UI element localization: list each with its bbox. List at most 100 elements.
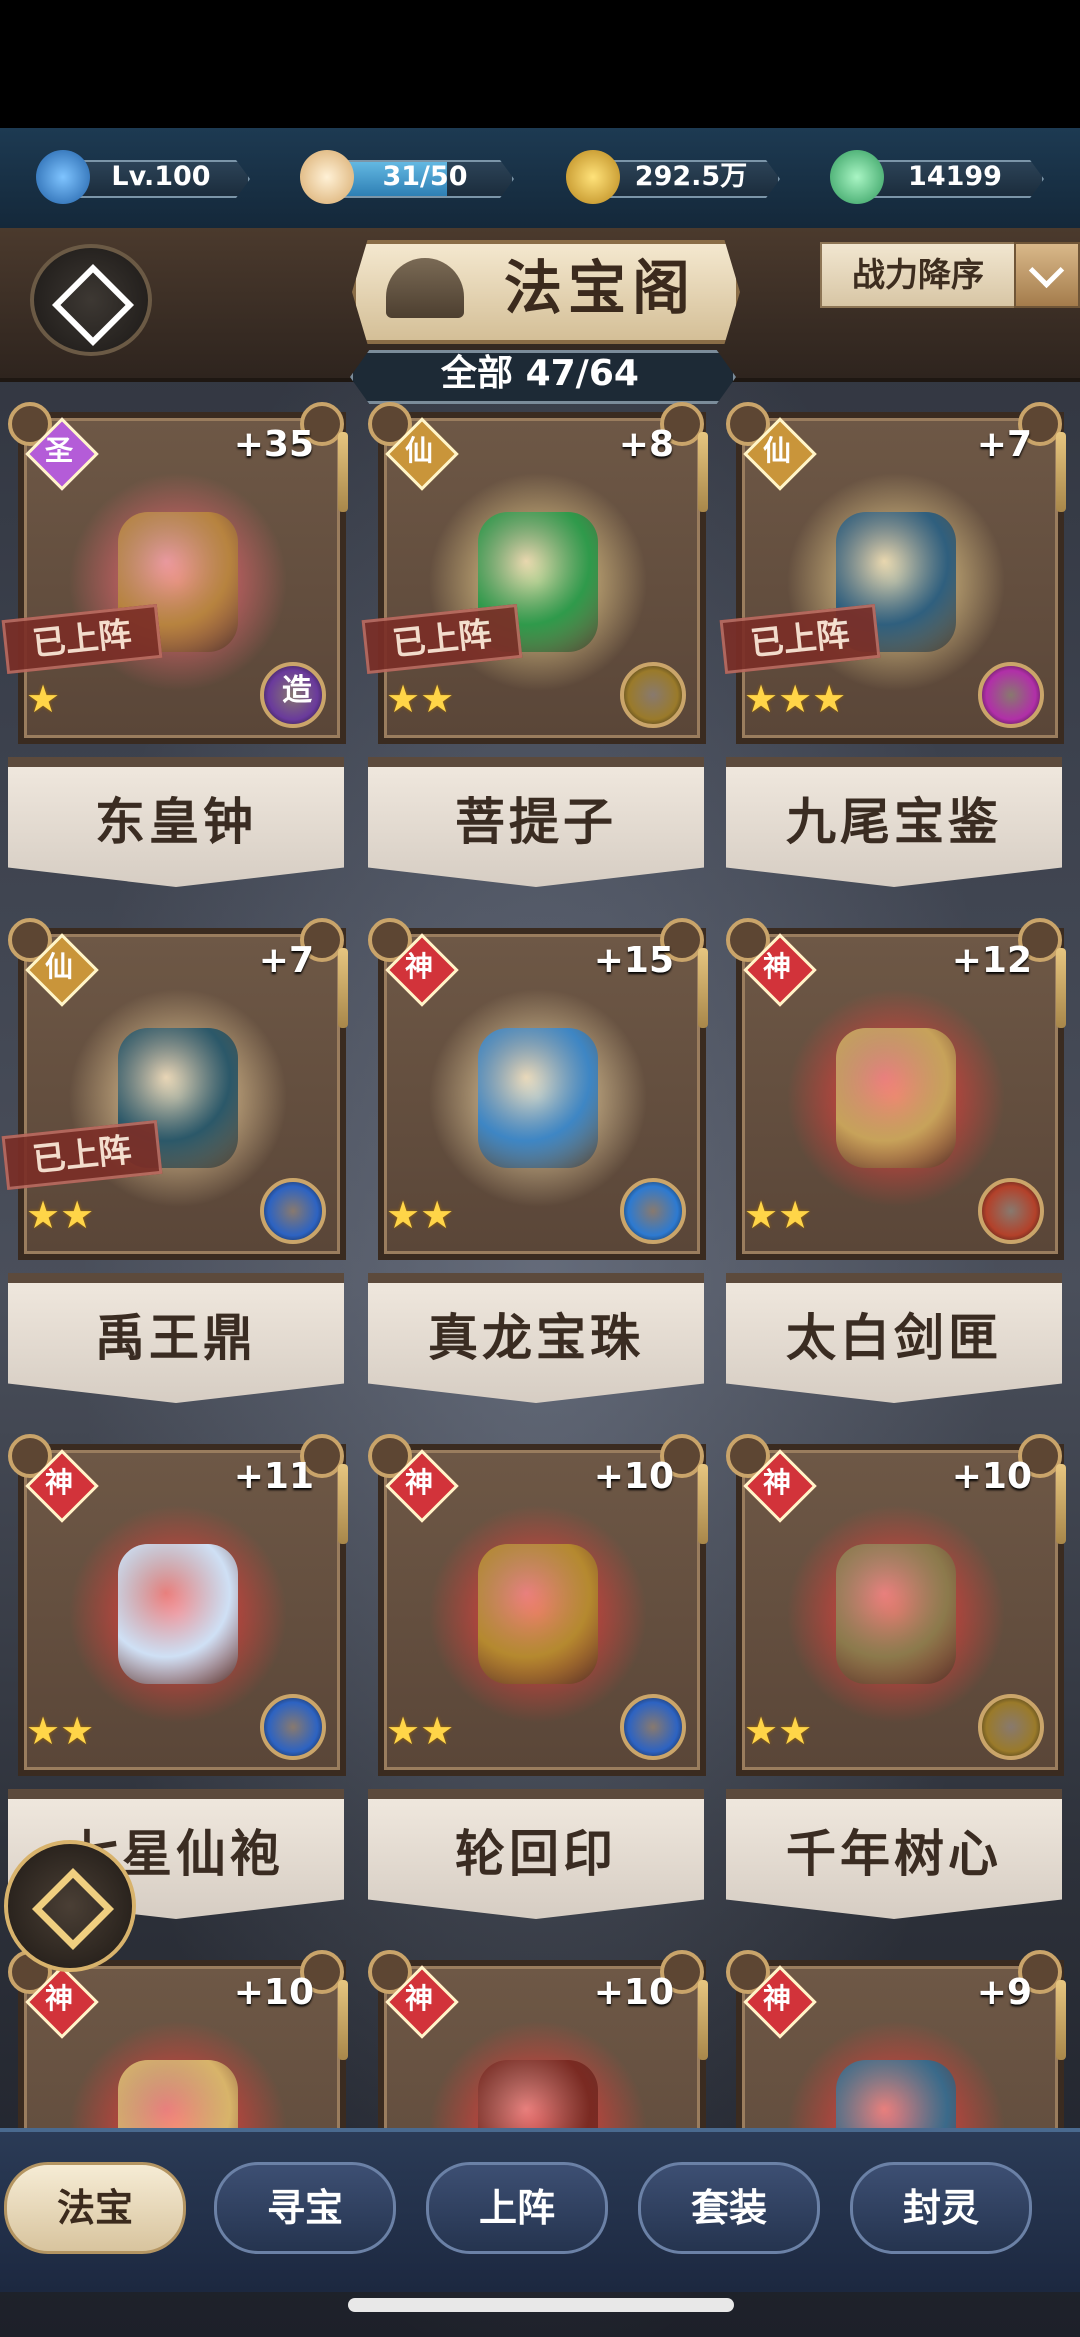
treasure-name: 真龙宝珠: [428, 1309, 644, 1367]
skill-icon[interactable]: [978, 1178, 1044, 1244]
tassel-icon: [698, 1980, 708, 2060]
star-rating: ★★: [386, 680, 454, 718]
star-rating: ★: [26, 680, 60, 718]
treasure-name: 禹王鼎: [95, 1309, 257, 1367]
tassel-icon: [698, 948, 708, 1028]
floating-menu-button[interactable]: [4, 1840, 136, 1972]
sort-toggle-button[interactable]: [1014, 242, 1080, 308]
treasure-name: 太白剑匣: [786, 1309, 1002, 1367]
tassel-icon: [338, 1980, 348, 2060]
status-bar: [0, 0, 1080, 128]
stars-icon: ★★: [386, 1709, 455, 1753]
treasure-card[interactable]: 圣 +35 已上阵 ★ 造东皇钟: [1, 402, 348, 892]
treasure-count: 全部 47/64: [441, 353, 639, 394]
skill-icon[interactable]: [260, 1178, 326, 1244]
star-rating: ★★: [386, 1196, 454, 1234]
stars-icon: ★★: [26, 1709, 95, 1753]
enhance-level: +15: [593, 940, 674, 981]
treasure-name: 九尾宝鉴: [786, 793, 1002, 851]
tassel-icon: [338, 948, 348, 1028]
star-rating: ★★: [744, 1196, 812, 1234]
home-indicator: [348, 2298, 734, 2312]
treasure-card[interactable]: 神 +12 ★★ 太白剑匣: [726, 918, 1066, 1408]
stars-icon: ★★: [26, 1193, 95, 1237]
rank-label: 仙: [44, 950, 73, 983]
star-rating: ★★: [386, 1712, 454, 1750]
chevron-down-icon: [1028, 252, 1065, 289]
sort-dropdown[interactable]: 战力降序: [820, 242, 1016, 308]
resource-level[interactable]: Lv.100: [36, 150, 250, 204]
treasure-name: 千年树心: [786, 1825, 1002, 1883]
treasure-name: 菩提子: [455, 793, 617, 851]
star-rating: ★★★: [744, 680, 846, 718]
treasure-name: 轮回印: [455, 1825, 617, 1883]
tab-3[interactable]: 上阵: [426, 2162, 608, 2254]
tab-1[interactable]: 法宝: [4, 2162, 186, 2254]
skill-icon[interactable]: [260, 1694, 326, 1760]
tab-4[interactable]: 套装: [638, 2162, 820, 2254]
star-rating: ★★: [26, 1196, 94, 1234]
enhance-level: +8: [618, 424, 674, 465]
rank-label: 神: [404, 1466, 433, 1499]
stamina-value: 31/50: [382, 161, 468, 192]
tassel-icon: [338, 432, 348, 512]
star-rating: ★★: [26, 1712, 94, 1750]
enhance-level: +10: [593, 1456, 674, 1497]
enhance-level: +35: [233, 424, 314, 465]
rank-label: 仙: [762, 434, 791, 467]
treasure-card[interactable]: 仙 +7 已上阵 ★★ 禹王鼎: [1, 918, 348, 1408]
diamond-icon: [31, 1867, 115, 1951]
enhance-level: +10: [233, 1972, 314, 2013]
page-title: 法宝阁: [503, 254, 696, 322]
rank-label: 神: [762, 1982, 791, 2015]
treasure-card[interactable]: 神 +10 ★★ 千年树心: [726, 1434, 1066, 1924]
rank-label: 神: [404, 950, 433, 983]
tassel-icon: [1056, 1980, 1066, 2060]
rank-label: 仙: [404, 434, 433, 467]
resource-bar: Lv.100 31/50 292.5万 14199: [0, 128, 1080, 228]
skill-label: 造: [282, 673, 312, 708]
enhance-level: +10: [951, 1456, 1032, 1497]
treasure-icon: [836, 1544, 956, 1684]
tassel-icon: [1056, 948, 1066, 1028]
jade-value: 14199: [908, 161, 1002, 192]
rank-label: 神: [762, 1466, 791, 1499]
enhance-level: +9: [976, 1972, 1032, 2013]
tab-5[interactable]: 封灵: [850, 2162, 1032, 2254]
back-button[interactable]: [30, 244, 152, 356]
resource-stamina[interactable]: 31/50: [300, 150, 514, 204]
level-value: Lv.100: [111, 161, 211, 192]
treasure-card[interactable]: 神 +15 ★★ 真龙宝珠: [368, 918, 708, 1408]
resource-jade[interactable]: 14199: [830, 150, 1044, 204]
stars-icon: ★★: [386, 677, 455, 721]
enhance-level: +12: [951, 940, 1032, 981]
rank-label: 神: [44, 1466, 73, 1499]
rank-label: 神: [404, 1982, 433, 2015]
tassel-icon: [338, 1464, 348, 1544]
skill-icon[interactable]: [978, 662, 1044, 728]
tassel-icon: [698, 1464, 708, 1544]
skill-icon[interactable]: [620, 1694, 686, 1760]
back-diamond-icon: [51, 263, 135, 347]
treasure-name: 东皇钟: [95, 793, 257, 851]
enhance-level: +11: [233, 1456, 314, 1497]
treasure-card[interactable]: 仙 +7 已上阵 ★★★ 九尾宝鉴: [719, 402, 1066, 892]
resource-coins[interactable]: 292.5万: [566, 150, 780, 204]
tassel-icon: [698, 432, 708, 512]
stars-icon: ★★: [386, 1193, 455, 1237]
treasure-card[interactable]: 神 +10 ★★ 轮回印: [368, 1434, 708, 1924]
treasure-card[interactable]: 仙 +8 已上阵 ★★ 菩提子: [361, 402, 708, 892]
stars-icon: ★★★: [744, 677, 847, 721]
star-rating: ★★: [744, 1712, 812, 1750]
tassel-icon: [1056, 432, 1066, 512]
rank-label: 神: [762, 950, 791, 983]
skill-icon[interactable]: [620, 662, 686, 728]
game-scene: Lv.100 31/50 292.5万 14199 法宝阁 战力降序 全部 47…: [0, 0, 1080, 2337]
skill-icon[interactable]: [978, 1694, 1044, 1760]
rank-label: 神: [44, 1982, 73, 2015]
enhance-level: +7: [258, 940, 314, 981]
stars-icon: ★★: [744, 1193, 813, 1237]
tassel-icon: [1056, 1464, 1066, 1544]
tab-2[interactable]: 寻宝: [214, 2162, 396, 2254]
skill-icon[interactable]: [620, 1178, 686, 1244]
